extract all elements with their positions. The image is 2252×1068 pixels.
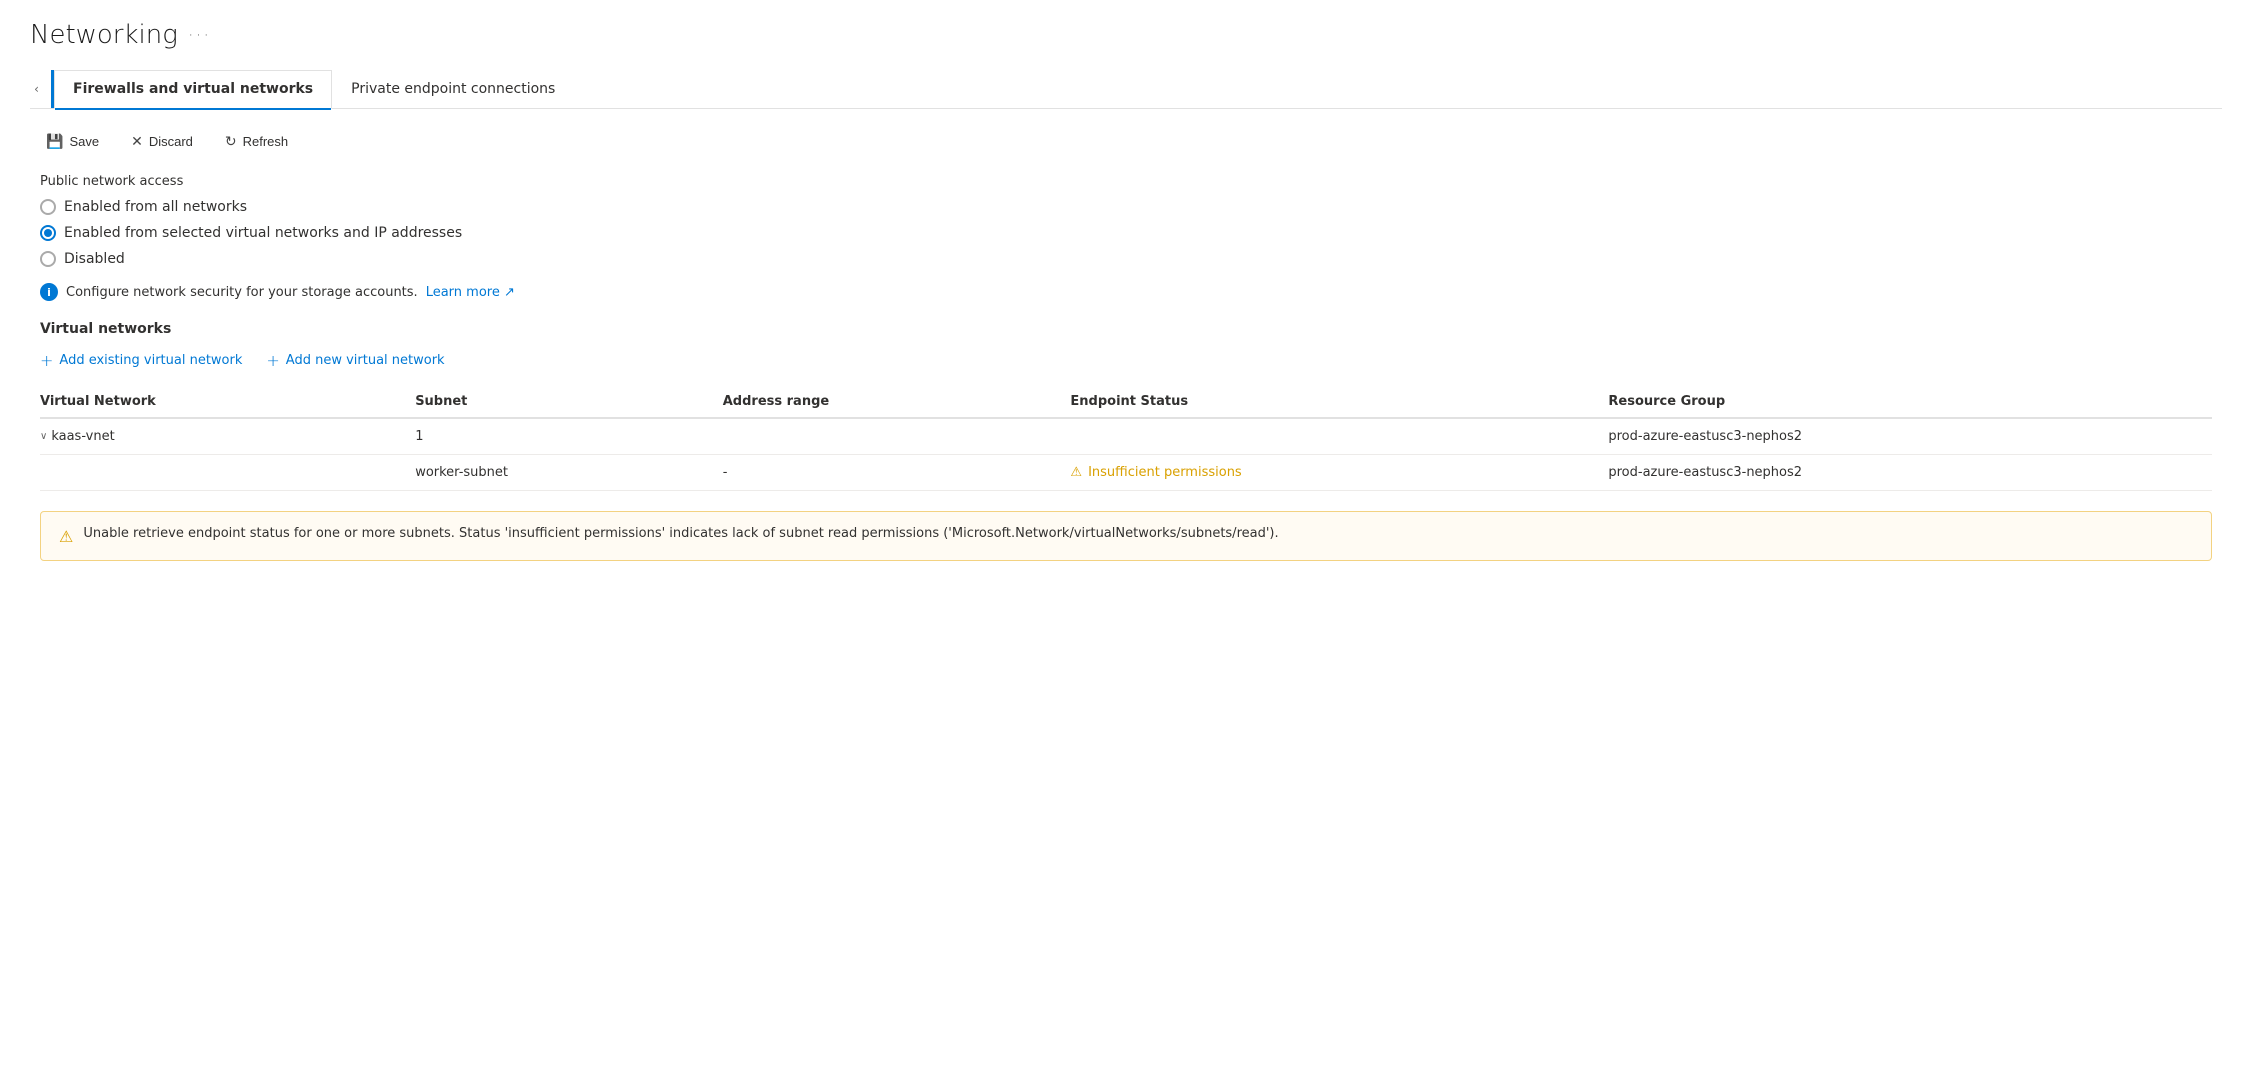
add-existing-vnet-button[interactable]: + Add existing virtual network bbox=[40, 351, 242, 370]
save-icon: 💾 bbox=[46, 133, 63, 150]
virtual-networks-title: Virtual networks bbox=[40, 321, 2212, 337]
toolbar: 💾 Save ✕ Discard ↻ Refresh bbox=[40, 129, 2212, 154]
radio-circle-disabled bbox=[40, 251, 56, 267]
action-buttons: + Add existing virtual network + Add new… bbox=[40, 351, 2212, 370]
title-ellipsis: ··· bbox=[188, 25, 211, 46]
resource-group-cell-child: prod-azure-eastusc3-nephos2 bbox=[1608, 455, 2212, 491]
refresh-icon: ↻ bbox=[225, 133, 237, 150]
endpoint-status-cell bbox=[1070, 418, 1608, 455]
refresh-button[interactable]: ↻ Refresh bbox=[219, 129, 294, 154]
warning-banner-text: Unable retrieve endpoint status for one … bbox=[83, 526, 1278, 541]
virtual-networks-table: Virtual Network Subnet Address range End… bbox=[40, 386, 2212, 491]
subnet-name-cell: worker-subnet bbox=[415, 455, 723, 491]
col-header-resource-group: Resource Group bbox=[1608, 386, 2212, 418]
save-button[interactable]: 💾 Save bbox=[40, 129, 105, 154]
info-row: i Configure network security for your st… bbox=[40, 283, 2212, 301]
main-content: 💾 Save ✕ Discard ↻ Refresh Public networ… bbox=[30, 109, 2222, 581]
radio-circle-all bbox=[40, 199, 56, 215]
learn-more-link[interactable]: Learn more ↗ bbox=[426, 285, 515, 300]
chevron-down-icon: ∨ bbox=[40, 431, 47, 442]
col-header-endpoint: Endpoint Status bbox=[1070, 386, 1608, 418]
table-row: ∨ kaas-vnet 1 prod-azure-eastusc3-nephos… bbox=[40, 418, 2212, 455]
external-link-icon: ↗ bbox=[504, 285, 515, 300]
address-cell bbox=[723, 418, 1071, 455]
insufficient-permissions-warning: ⚠ Insufficient permissions bbox=[1070, 465, 1596, 480]
page-header: Networking ··· bbox=[30, 20, 2222, 50]
vnet-cell-child bbox=[40, 455, 415, 491]
table-row: worker-subnet - ⚠ Insufficient permissio… bbox=[40, 455, 2212, 491]
radio-circle-selected bbox=[40, 225, 56, 241]
radio-enabled-selected[interactable]: Enabled from selected virtual networks a… bbox=[40, 225, 2212, 241]
discard-button[interactable]: ✕ Discard bbox=[125, 129, 199, 154]
col-header-vnet: Virtual Network bbox=[40, 386, 415, 418]
subnet-count-cell: 1 bbox=[415, 418, 723, 455]
col-header-address: Address range bbox=[723, 386, 1071, 418]
plus-icon-new: + bbox=[266, 351, 279, 370]
public-access-label: Public network access bbox=[40, 174, 2212, 189]
radio-group-public-access: Enabled from all networks Enabled from s… bbox=[40, 199, 2212, 267]
discard-icon: ✕ bbox=[131, 133, 143, 150]
warning-banner: ⚠ Unable retrieve endpoint status for on… bbox=[40, 511, 2212, 561]
table-header-row: Virtual Network Subnet Address range End… bbox=[40, 386, 2212, 418]
vnet-cell: ∨ kaas-vnet bbox=[40, 418, 415, 455]
address-range-cell: - bbox=[723, 455, 1071, 491]
warning-banner-icon: ⚠ bbox=[59, 527, 73, 546]
radio-disabled[interactable]: Disabled bbox=[40, 251, 2212, 267]
vnet-expand[interactable]: ∨ kaas-vnet bbox=[40, 429, 403, 444]
tab-firewalls[interactable]: Firewalls and virtual networks bbox=[54, 70, 332, 109]
col-header-subnet: Subnet bbox=[415, 386, 723, 418]
tab-private-endpoints[interactable]: Private endpoint connections bbox=[332, 70, 574, 108]
page-title: Networking bbox=[30, 20, 178, 50]
warning-triangle-icon: ⚠ bbox=[1070, 465, 1082, 480]
radio-enabled-all[interactable]: Enabled from all networks bbox=[40, 199, 2212, 215]
resource-group-cell: prod-azure-eastusc3-nephos2 bbox=[1608, 418, 2212, 455]
info-icon: i bbox=[40, 283, 58, 301]
plus-icon-existing: + bbox=[40, 351, 53, 370]
collapse-button[interactable]: ‹ bbox=[30, 70, 54, 108]
tabs-container: ‹ Firewalls and virtual networks Private… bbox=[30, 70, 2222, 109]
endpoint-status-cell-warn: ⚠ Insufficient permissions bbox=[1070, 455, 1608, 491]
add-new-vnet-button[interactable]: + Add new virtual network bbox=[266, 351, 444, 370]
